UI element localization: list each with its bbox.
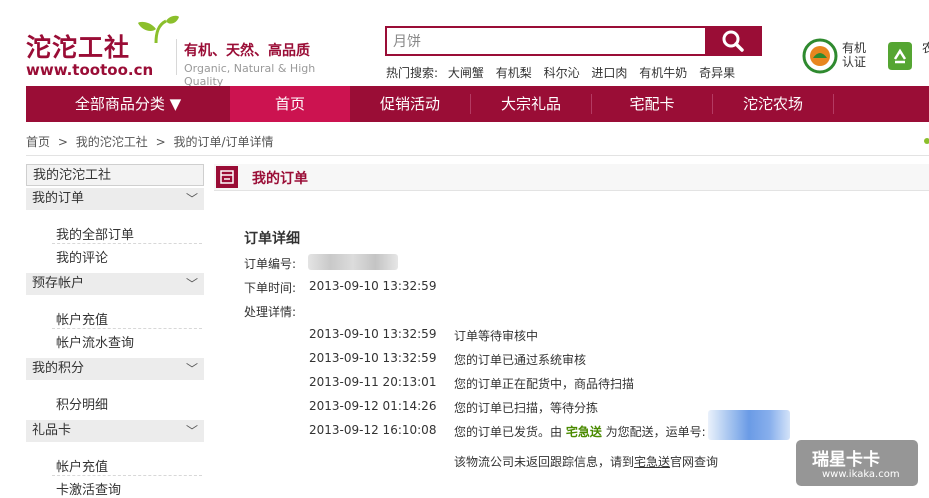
tracking-note-pre: 该物流公司未返回跟踪信息，请到	[454, 455, 635, 469]
sidebar-section-orders[interactable]: 我的订单 ﹀	[26, 188, 204, 210]
log-text-post: 为您配送，运单号:	[601, 425, 706, 439]
leaf-icon	[138, 15, 179, 44]
sidebar-section-prepaid[interactable]: 预存帐户 ﹀	[26, 273, 204, 295]
direct-label: 农直	[922, 41, 929, 55]
tracking-number-redacted	[708, 410, 790, 440]
logo-divider	[176, 39, 177, 75]
logo-text-cn: 沱沱工社	[26, 33, 131, 62]
breadcrumb-sep: >	[155, 135, 166, 149]
tracking-note-post: 官网查询	[670, 455, 719, 469]
chevron-down-icon: ﹀	[185, 192, 198, 206]
order-time-label: 下单时间:	[244, 281, 297, 295]
breadcrumb-home[interactable]: 首页	[26, 135, 50, 149]
account-sidebar: 我的沱沱工社 我的订单 ﹀ 我的全部订单 我的评论 预存帐户 ﹀ 帐户充值 帐户…	[26, 164, 204, 498]
sidebar-section-title: 礼品卡	[32, 423, 72, 438]
nav-promotions[interactable]: 促销活动	[350, 86, 470, 122]
breadcrumb-sep: >	[57, 135, 68, 149]
log-text-shipped: 您的订单已发货。由 宅急送 为您配送，运单号:	[454, 423, 706, 440]
breadcrumb-my-tootoo[interactable]: 我的沱沱工社	[76, 135, 148, 149]
logo-url: www.tootoo.cn	[26, 61, 154, 79]
hot-keyword[interactable]: 科尔沁	[544, 66, 580, 80]
sidebar-section-gift-card[interactable]: 礼品卡 ﹀	[26, 420, 204, 442]
log-time: 2013-09-12 16:10:08	[309, 423, 437, 437]
search-icon	[722, 30, 744, 52]
watermark: 瑞星卡卡 www.ikaka.com	[796, 440, 918, 486]
sidebar-section-title: 预存帐户	[32, 276, 85, 291]
divider	[52, 475, 202, 476]
breadcrumb: 首页 > 我的沱沱工社 > 我的订单/订单详情	[26, 133, 274, 150]
log-text: 您的订单已扫描，等待分拣	[454, 401, 599, 415]
green-dot	[924, 138, 929, 144]
sidebar-section-title: 我的积分	[32, 361, 85, 376]
log-time: 2013-09-12 01:14:26	[309, 399, 437, 413]
sidebar-section-title: 我的订单	[32, 191, 85, 206]
log-time: 2013-09-10 13:32:59	[309, 327, 437, 341]
search-button[interactable]	[705, 26, 762, 56]
sidebar-section-points[interactable]: 我的积分 ﹀	[26, 358, 204, 380]
chevron-down-icon: ﹀	[185, 277, 198, 291]
slogan: 有机、天然、高品质	[184, 43, 310, 59]
slogan-en: Organic, Natural & High Quality	[184, 62, 316, 88]
panel-header: 我的订单	[214, 164, 929, 191]
chevron-down-icon: ﹀	[185, 424, 198, 438]
nav-all-categories[interactable]: 全部商品分类 ▼	[26, 86, 230, 122]
hot-keyword[interactable]: 进口肉	[591, 66, 627, 80]
nav-divider	[833, 94, 834, 114]
site-logo[interactable]: 沱沱工社 www.tootoo.cn 有机、天然、高品质 Organic, Na…	[24, 15, 344, 88]
log-text: 订单等待审核中	[454, 329, 539, 343]
process-label: 处理详情:	[244, 305, 297, 319]
nav-bulk-gifts[interactable]: 大宗礼品	[471, 86, 591, 122]
order-time: 2013-09-10 13:32:59	[309, 279, 437, 293]
main-nav: 全部商品分类 ▼ 首页 促销活动 大宗礼品 宅配卡 沱沱农场	[26, 86, 929, 122]
sidebar-item-statement[interactable]: 帐户流水查询	[56, 332, 134, 351]
sidebar-item-card-recharge[interactable]: 帐户充值	[56, 456, 108, 475]
sidebar-item-my-reviews[interactable]: 我的评论	[56, 247, 108, 266]
search-input[interactable]	[385, 26, 713, 56]
search-box	[385, 26, 762, 56]
order-icon	[216, 166, 238, 188]
hot-keyword[interactable]: 大闸蟹	[448, 66, 484, 80]
sidebar-item-all-orders[interactable]: 我的全部订单	[56, 224, 134, 243]
hot-keyword[interactable]: 奇异果	[699, 66, 735, 80]
direct-badge[interactable]: 农直	[882, 38, 929, 78]
divider	[52, 328, 202, 329]
hot-keyword[interactable]: 有机牛奶	[639, 66, 687, 80]
watermark-url: www.ikaka.com	[822, 469, 900, 480]
chevron-down-icon: ﹀	[185, 362, 198, 376]
courier-name: 宅急送	[565, 425, 602, 439]
sidebar-item-points-detail[interactable]: 积分明细	[56, 394, 108, 413]
log-time: 2013-09-10 13:32:59	[309, 351, 437, 365]
hot-search: 热门搜索: 大闸蟹 有机梨 科尔沁 进口肉 有机牛奶 奇异果	[386, 64, 735, 81]
breadcrumb-divider	[26, 155, 929, 156]
organic-cert-label: 有机认证	[842, 41, 867, 69]
recycle-icon	[888, 42, 912, 70]
order-number-redacted	[308, 254, 398, 270]
hot-keyword[interactable]: 有机梨	[496, 66, 532, 80]
tracking-note: 该物流公司未返回跟踪信息，请到宅急送官网查询	[454, 453, 718, 470]
order-detail-title: 订单详细	[244, 231, 300, 247]
order-no-label: 订单编号:	[244, 257, 297, 271]
divider	[52, 243, 202, 244]
nav-farm[interactable]: 沱沱农场	[713, 86, 833, 122]
sidebar-item-card-activation[interactable]: 卡激活查询	[56, 479, 121, 498]
nav-home[interactable]: 首页	[230, 86, 350, 122]
panel-title: 我的订单	[252, 171, 308, 187]
nav-delivery-card[interactable]: 宅配卡	[592, 86, 712, 122]
breadcrumb-current: 我的订单/订单详情	[173, 135, 274, 149]
sidebar-item-recharge[interactable]: 帐户充值	[56, 309, 108, 328]
courier-site-link[interactable]: 宅急送	[634, 455, 670, 469]
organic-cert-icon	[802, 38, 838, 74]
log-text: 您的订单正在配货中，商品待扫描	[454, 377, 635, 391]
hot-search-label: 热门搜索:	[386, 66, 439, 80]
watermark-text: 瑞星卡卡	[812, 450, 880, 470]
log-time: 2013-09-11 20:13:01	[309, 375, 437, 389]
log-text-pre: 您的订单已发货。由	[454, 425, 566, 439]
log-text: 您的订单已通过系统审核	[454, 353, 587, 367]
sidebar-head[interactable]: 我的沱沱工社	[26, 164, 204, 186]
